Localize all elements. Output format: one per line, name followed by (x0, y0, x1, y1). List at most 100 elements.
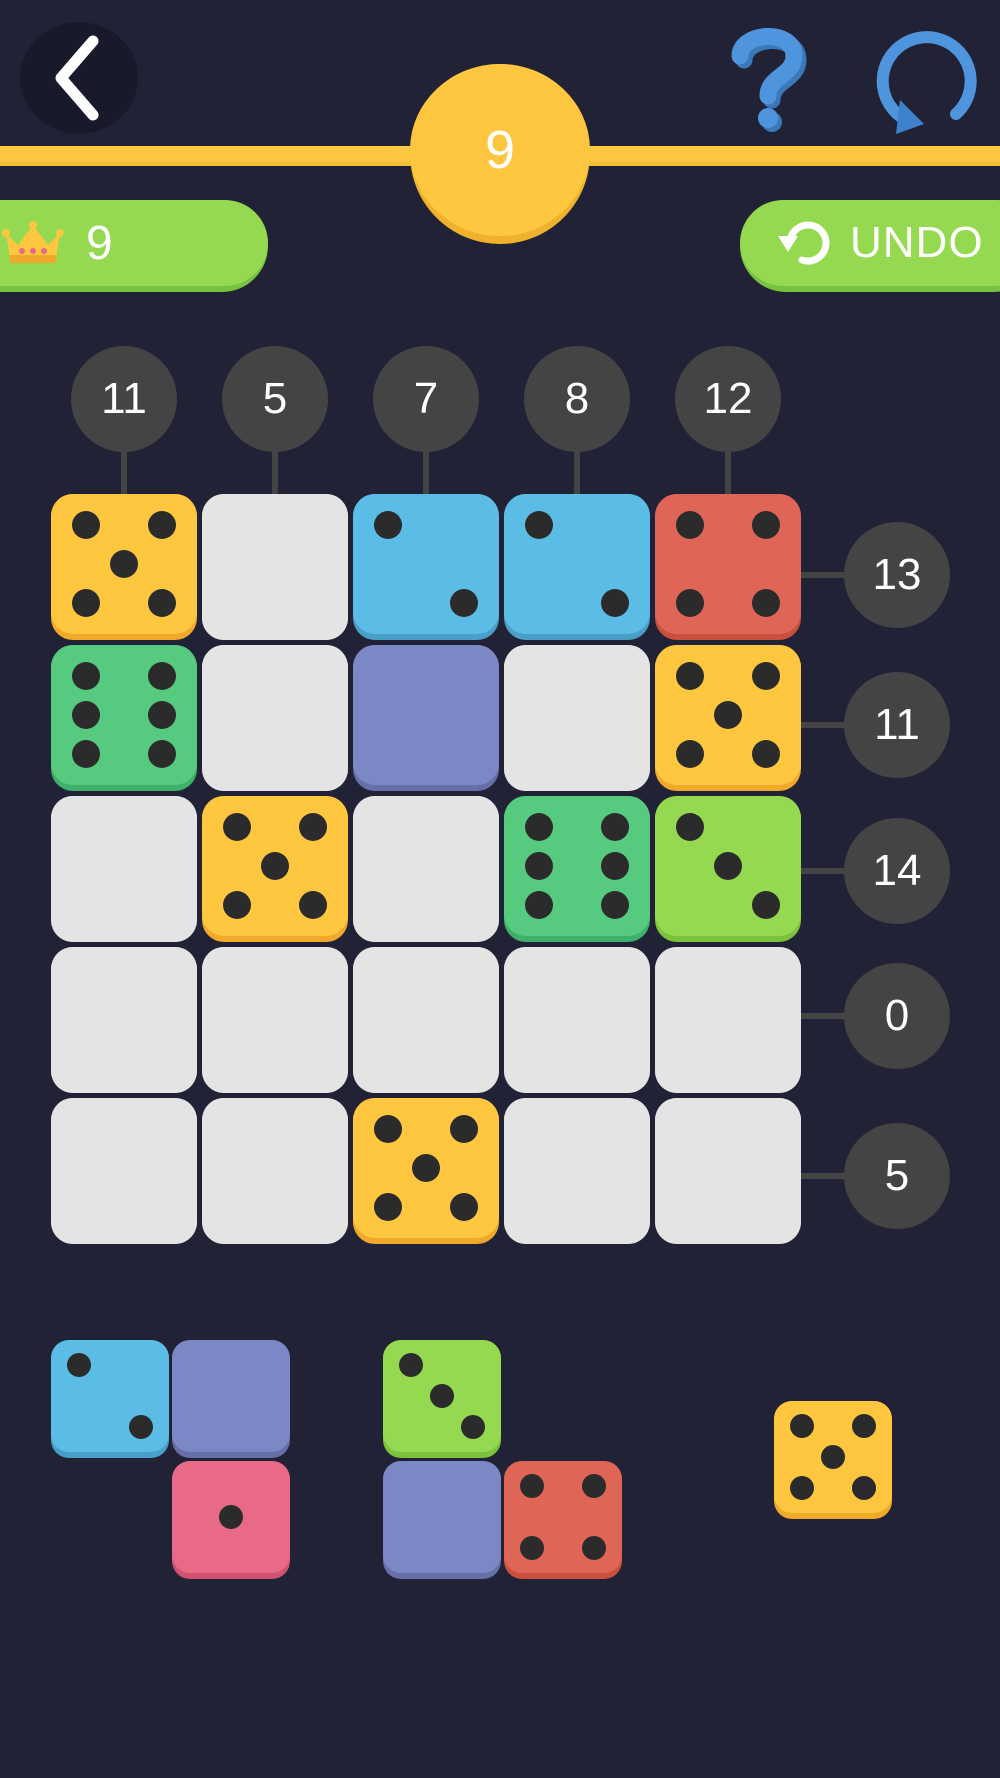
column-target-3: 7 (373, 346, 479, 452)
board-die[interactable] (655, 796, 801, 942)
die-pip (72, 661, 101, 690)
die-pip (72, 701, 101, 729)
die-pip (72, 510, 101, 539)
restart-icon (876, 31, 977, 134)
die-pip (600, 852, 629, 880)
die-pip (298, 891, 327, 920)
die-pip (128, 1415, 153, 1440)
die-pip (449, 589, 478, 618)
piece-1-die[interactable] (51, 1340, 169, 1458)
die-pip (67, 1352, 92, 1377)
die-pip (147, 589, 176, 618)
piece-2-die[interactable] (383, 1340, 501, 1458)
empty-board-cell[interactable] (202, 645, 348, 791)
die-pip (714, 852, 742, 880)
restart-button[interactable] (870, 24, 980, 136)
piece-2-die[interactable] (383, 1461, 501, 1579)
die-pip (676, 589, 705, 618)
piece-1-die[interactable] (172, 1461, 290, 1579)
board-die[interactable] (504, 494, 650, 640)
die-pip (600, 812, 629, 841)
die-pip (147, 701, 176, 729)
die-pip (520, 1536, 545, 1561)
die-pip (790, 1476, 815, 1501)
empty-board-cell[interactable] (51, 947, 197, 1093)
die-pip (219, 1505, 243, 1529)
crown-icon (2, 221, 64, 263)
die-pip (821, 1445, 845, 1469)
board-die[interactable] (353, 494, 499, 640)
die-pip (600, 589, 629, 618)
board-die[interactable] (655, 494, 801, 640)
row-target-2: 11 (844, 672, 950, 778)
die-pip (147, 661, 176, 690)
empty-board-cell[interactable] (504, 1098, 650, 1244)
board-die[interactable] (202, 796, 348, 942)
empty-board-cell[interactable] (202, 947, 348, 1093)
die-pip (298, 812, 327, 841)
column-target-1: 11 (71, 346, 177, 452)
column-target-5: 12 (675, 346, 781, 452)
die-pip (449, 1193, 478, 1222)
question-mark-icon (731, 28, 807, 132)
empty-board-cell[interactable] (504, 645, 650, 791)
die-pip (374, 1193, 403, 1222)
board-die[interactable] (51, 645, 197, 791)
die-pip (751, 891, 780, 920)
die-pip (525, 510, 554, 539)
row-hint-connector (800, 572, 846, 578)
die-pip (581, 1536, 606, 1561)
die-pip (72, 589, 101, 618)
undo-icon (778, 221, 830, 265)
die-pip (430, 1384, 454, 1408)
empty-board-cell[interactable] (202, 1098, 348, 1244)
die-pip (460, 1415, 485, 1440)
die-pip (600, 891, 629, 920)
empty-board-cell[interactable] (504, 947, 650, 1093)
best-score-value: 9 (86, 216, 113, 270)
die-pip (374, 1114, 403, 1143)
die-pip (520, 1473, 545, 1498)
board-die[interactable] (504, 796, 650, 942)
die-pip (412, 1154, 440, 1182)
level-number: 9 (410, 64, 590, 236)
die-pip (147, 740, 176, 769)
undo-button[interactable]: UNDO (740, 200, 1000, 292)
empty-board-cell[interactable] (51, 796, 197, 942)
empty-board-cell[interactable] (353, 796, 499, 942)
piece-1-die[interactable] (172, 1340, 290, 1458)
die-pip (676, 510, 705, 539)
board-die[interactable] (353, 1098, 499, 1244)
empty-board-cell[interactable] (353, 947, 499, 1093)
die-pip (714, 701, 742, 729)
empty-board-cell[interactable] (655, 1098, 801, 1244)
die-pip (790, 1413, 815, 1438)
die-pip (374, 510, 403, 539)
die-pip (751, 740, 780, 769)
help-button[interactable] (722, 24, 812, 134)
empty-board-cell[interactable] (51, 1098, 197, 1244)
die-pip (751, 510, 780, 539)
chevron-left-icon (55, 35, 99, 121)
board-die[interactable] (353, 645, 499, 791)
back-button[interactable] (20, 22, 138, 134)
piece-2-die[interactable] (504, 1461, 622, 1579)
empty-board-cell[interactable] (202, 494, 348, 640)
board-die[interactable] (655, 645, 801, 791)
die-pip (261, 852, 289, 880)
best-score-badge: 9 (0, 200, 268, 292)
die-pip (525, 812, 554, 841)
die-pip (72, 740, 101, 769)
row-target-1: 13 (844, 522, 950, 628)
die-pip (449, 1114, 478, 1143)
board-die[interactable] (51, 494, 197, 640)
die-pip (223, 891, 252, 920)
die-pip (676, 661, 705, 690)
row-target-4: 0 (844, 963, 950, 1069)
row-target-3: 14 (844, 818, 950, 924)
die-pip (581, 1473, 606, 1498)
empty-board-cell[interactable] (655, 947, 801, 1093)
level-indicator: 9 (410, 64, 590, 244)
die-pip (525, 852, 554, 880)
piece-3-die[interactable] (774, 1401, 892, 1519)
